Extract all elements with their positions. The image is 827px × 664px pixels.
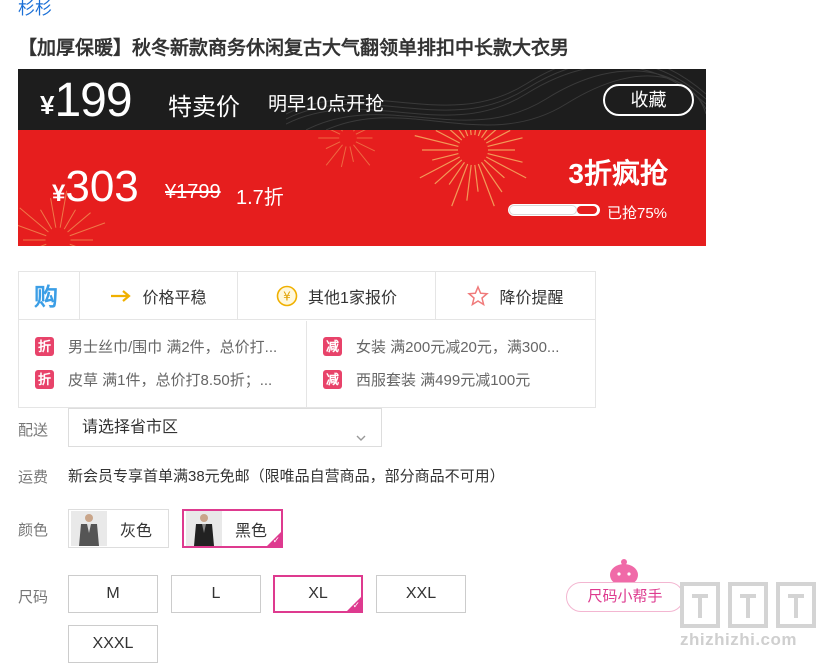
promotion-text: 女装 满200元减20元，满300... xyxy=(356,338,560,356)
discount-tag: 折 xyxy=(35,336,54,356)
current-price: ¥303 xyxy=(52,162,139,212)
price-tools-panel: 购 价格平稳 ¥ 其他1家报价 降价提醒 折 男士丝巾/围巾 满2件，总价打..… xyxy=(18,271,596,408)
shipping-info: 新会员专享首单满38元免邮（限唯品自营商品，部分商品不可用） xyxy=(68,468,505,485)
size-helper-button[interactable]: 尺码小帮手 xyxy=(566,582,684,612)
check-icon: ✓ xyxy=(272,535,280,545)
sale-price-bar: ¥199 特卖价 明早10点开抢 收藏 xyxy=(18,69,706,130)
market-price: ¥1799 xyxy=(165,181,221,203)
sale-price: ¥199 xyxy=(40,73,133,128)
sale-currency: ¥ xyxy=(40,90,55,120)
watermark-text: zhizhizhi.com xyxy=(680,630,797,649)
chevron-down-icon xyxy=(355,421,367,458)
promotion-list: 折 男士丝巾/围巾 满2件，总价打... 减 女装 满200元减20元，满300… xyxy=(19,321,595,407)
brand-name[interactable]: 杉杉 xyxy=(18,0,52,19)
price-banner: ¥199 特卖价 明早10点开抢 收藏 ¥303 ¥1799 1.7折 3折疯抢… xyxy=(18,69,706,246)
color-option-label: 灰色 xyxy=(120,522,153,540)
reduction-tag: 减 xyxy=(323,369,342,389)
gray-coat-thumbnail xyxy=(71,511,107,546)
promo-title: 3折疯抢 xyxy=(568,158,668,189)
promotion-text: 男士丝巾/围巾 满2件，总价打... xyxy=(68,338,278,356)
price-stable-tool[interactable]: 价格平稳 xyxy=(79,272,237,319)
promotion-item[interactable]: 减 女装 满200元减20元，满300... xyxy=(323,334,559,358)
size-option-xxxl[interactable]: XXXL xyxy=(68,625,158,663)
size-option-xxl[interactable]: XXL xyxy=(376,575,466,613)
color-option-gray[interactable]: 灰色 xyxy=(68,509,169,548)
region-select[interactable]: 请选择省市区 xyxy=(68,408,382,447)
other-quotes-label: 其他1家报价 xyxy=(308,289,397,307)
size-label: 尺码 xyxy=(18,589,49,606)
shipping-label: 运费 xyxy=(18,469,49,486)
favorite-button[interactable]: 收藏 xyxy=(603,84,694,116)
current-price-value: 303 xyxy=(65,162,139,211)
price-alert-label: 降价提醒 xyxy=(499,289,564,307)
current-price-bar: ¥303 ¥1799 1.7折 3折疯抢 已抢75% xyxy=(18,130,706,246)
buy-logo-icon: 购 xyxy=(19,272,79,319)
color-label: 颜色 xyxy=(18,522,49,539)
sold-progress-fill xyxy=(509,205,577,215)
discount-tag: 折 xyxy=(35,369,54,389)
sale-start-time: 明早10点开抢 xyxy=(268,94,385,115)
price-alert-tool[interactable]: 降价提醒 xyxy=(435,272,595,319)
promotion-item[interactable]: 减 西服套装 满499元减100元 xyxy=(323,367,530,391)
region-select-value: 请选择省市区 xyxy=(82,419,179,436)
size-option-m[interactable]: M xyxy=(68,575,158,613)
promotion-item[interactable]: 折 皮草 满1件，总价打8.50折；... xyxy=(35,367,272,391)
sale-label: 特卖价 xyxy=(168,94,240,121)
sold-progress-bar xyxy=(508,204,600,216)
sale-price-value: 199 xyxy=(54,74,132,127)
sold-progress-label: 已抢75% xyxy=(607,205,668,222)
svg-text:购: 购 xyxy=(34,283,58,310)
arrow-right-icon xyxy=(110,289,132,303)
size-option-l[interactable]: L xyxy=(171,575,261,613)
promotion-divider xyxy=(306,321,307,407)
price-stable-label: 价格平稳 xyxy=(142,289,207,307)
yen-coin-icon: ¥ xyxy=(276,285,298,307)
sold-progress-remaining xyxy=(577,206,597,214)
black-coat-thumbnail xyxy=(186,511,222,546)
color-option-label: 黑色 xyxy=(235,522,268,540)
other-quotes-tool[interactable]: ¥ 其他1家报价 xyxy=(237,272,435,319)
delivery-label: 配送 xyxy=(18,422,49,439)
price-tools-row: 购 价格平稳 ¥ 其他1家报价 降价提醒 xyxy=(19,272,595,320)
promotion-item[interactable]: 折 男士丝巾/围巾 满2件，总价打... xyxy=(35,334,277,358)
color-option-black[interactable]: 黑色 ✓ xyxy=(182,509,283,548)
star-icon xyxy=(467,284,490,307)
size-option-xl[interactable]: XL ✓ xyxy=(273,575,363,613)
promotion-text: 西服套装 满499元减100元 xyxy=(356,371,531,389)
reduction-tag: 减 xyxy=(323,336,342,356)
product-title: 【加厚保暖】秋冬新款商务休闲复古大气翻领单排扣中长款大衣男 xyxy=(18,38,570,59)
current-currency: ¥ xyxy=(52,180,66,207)
check-icon: ✓ xyxy=(352,600,360,610)
size-option-label: XL xyxy=(308,585,328,602)
svg-text:¥: ¥ xyxy=(283,289,291,303)
promotion-text: 皮草 满1件，总价打8.50折；... xyxy=(68,371,273,389)
discount-rate: 1.7折 xyxy=(236,187,284,209)
